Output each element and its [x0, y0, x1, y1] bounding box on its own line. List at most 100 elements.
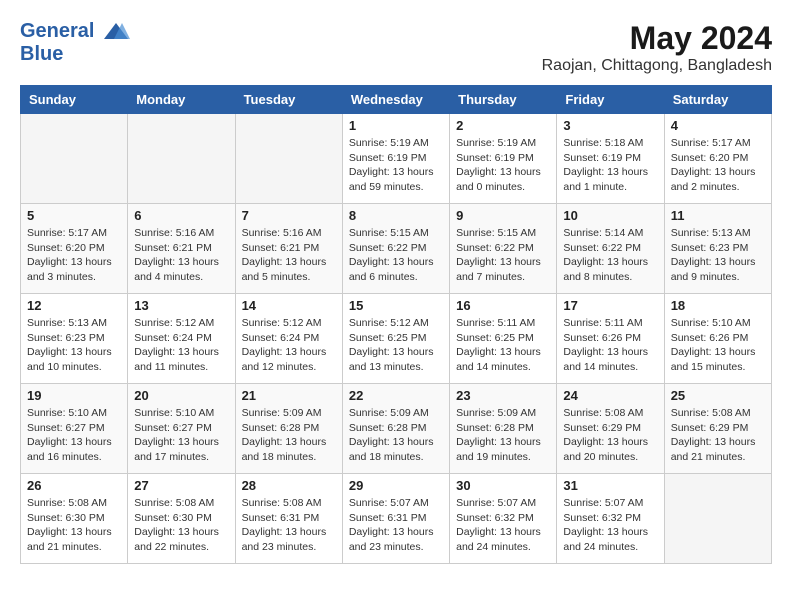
cell-info: Sunrise: 5:13 AM Sunset: 6:23 PM Dayligh… — [27, 316, 121, 375]
day-number: 26 — [27, 478, 121, 493]
cell-info: Sunrise: 5:09 AM Sunset: 6:28 PM Dayligh… — [242, 406, 336, 465]
cell-info: Sunrise: 5:08 AM Sunset: 6:29 PM Dayligh… — [671, 406, 765, 465]
logo-blue: Blue — [20, 43, 130, 65]
calendar-cell: 19 Sunrise: 5:10 AM Sunset: 6:27 PM Dayli… — [21, 384, 128, 474]
day-number: 7 — [242, 208, 336, 223]
cell-info: Sunrise: 5:09 AM Sunset: 6:28 PM Dayligh… — [456, 406, 550, 465]
calendar-week-5: 26 Sunrise: 5:08 AM Sunset: 6:30 PM Dayli… — [21, 474, 772, 564]
calendar-cell: 4Sunrise: 5:17 AM Sunset: 6:20 PM Daylig… — [664, 114, 771, 204]
calendar-cell: 12 Sunrise: 5:13 AM Sunset: 6:23 PM Dayli… — [21, 294, 128, 384]
calendar-cell: 25 Sunrise: 5:08 AM Sunset: 6:29 PM Dayli… — [664, 384, 771, 474]
calendar-cell: 7 Sunrise: 5:16 AM Sunset: 6:21 PM Daylig… — [235, 204, 342, 294]
day-number: 15 — [349, 298, 443, 313]
page-header: General Blue May 2024 Raojan, Chittagong… — [20, 20, 772, 75]
cell-info: Sunrise: 5:18 AM Sunset: 6:19 PM Dayligh… — [563, 136, 657, 195]
cell-info: Sunrise: 5:19 AM Sunset: 6:19 PM Dayligh… — [456, 136, 550, 195]
day-number: 2 — [456, 118, 550, 133]
day-number: 30 — [456, 478, 550, 493]
logo-general: General — [20, 20, 94, 42]
calendar-cell: 31 Sunrise: 5:07 AM Sunset: 6:32 PM Dayli… — [557, 474, 664, 564]
day-number: 13 — [134, 298, 228, 313]
calendar-header-sunday: Sunday — [21, 86, 128, 114]
day-number: 10 — [563, 208, 657, 223]
cell-info: Sunrise: 5:08 AM Sunset: 6:30 PM Dayligh… — [134, 496, 228, 555]
day-number: 17 — [563, 298, 657, 313]
day-number: 11 — [671, 208, 765, 223]
logo-text: General — [20, 20, 130, 43]
day-number: 19 — [27, 388, 121, 403]
cell-info: Sunrise: 5:14 AM Sunset: 6:22 PM Dayligh… — [563, 226, 657, 285]
calendar-cell: 8 Sunrise: 5:15 AM Sunset: 6:22 PM Daylig… — [342, 204, 449, 294]
cell-info: Sunrise: 5:07 AM Sunset: 6:32 PM Dayligh… — [456, 496, 550, 555]
calendar-cell: 18Sunrise: 5:10 AM Sunset: 6:26 PM Dayli… — [664, 294, 771, 384]
cell-info: Sunrise: 5:09 AM Sunset: 6:28 PM Dayligh… — [349, 406, 443, 465]
cell-info: Sunrise: 5:07 AM Sunset: 6:32 PM Dayligh… — [563, 496, 657, 555]
logo-icon — [102, 21, 130, 43]
calendar-header-saturday: Saturday — [664, 86, 771, 114]
calendar-cell: 14 Sunrise: 5:12 AM Sunset: 6:24 PM Dayli… — [235, 294, 342, 384]
calendar-week-3: 12 Sunrise: 5:13 AM Sunset: 6:23 PM Dayli… — [21, 294, 772, 384]
day-number: 27 — [134, 478, 228, 493]
cell-info: Sunrise: 5:13 AM Sunset: 6:23 PM Dayligh… — [671, 226, 765, 285]
cell-info: Sunrise: 5:12 AM Sunset: 6:24 PM Dayligh… — [134, 316, 228, 375]
calendar-cell: 28 Sunrise: 5:08 AM Sunset: 6:31 PM Dayli… — [235, 474, 342, 564]
calendar-cell: 27 Sunrise: 5:08 AM Sunset: 6:30 PM Dayli… — [128, 474, 235, 564]
cell-info: Sunrise: 5:08 AM Sunset: 6:31 PM Dayligh… — [242, 496, 336, 555]
calendar-cell: 16 Sunrise: 5:11 AM Sunset: 6:25 PM Dayli… — [450, 294, 557, 384]
day-number: 20 — [134, 388, 228, 403]
logo: General Blue — [20, 20, 130, 65]
month-year: May 2024 — [542, 20, 772, 57]
calendar-cell — [21, 114, 128, 204]
calendar-header-tuesday: Tuesday — [235, 86, 342, 114]
cell-info: Sunrise: 5:17 AM Sunset: 6:20 PM Dayligh… — [27, 226, 121, 285]
cell-info: Sunrise: 5:19 AM Sunset: 6:19 PM Dayligh… — [349, 136, 443, 195]
calendar-header-row: SundayMondayTuesdayWednesdayThursdayFrid… — [21, 86, 772, 114]
cell-info: Sunrise: 5:11 AM Sunset: 6:26 PM Dayligh… — [563, 316, 657, 375]
day-number: 31 — [563, 478, 657, 493]
calendar-cell: 11 Sunrise: 5:13 AM Sunset: 6:23 PM Dayli… — [664, 204, 771, 294]
day-number: 22 — [349, 388, 443, 403]
calendar-header-thursday: Thursday — [450, 86, 557, 114]
day-number: 25 — [671, 388, 765, 403]
calendar-cell: 13 Sunrise: 5:12 AM Sunset: 6:24 PM Dayli… — [128, 294, 235, 384]
cell-info: Sunrise: 5:15 AM Sunset: 6:22 PM Dayligh… — [349, 226, 443, 285]
calendar-cell: 10 Sunrise: 5:14 AM Sunset: 6:22 PM Dayli… — [557, 204, 664, 294]
calendar-cell — [664, 474, 771, 564]
calendar-body: 1Sunrise: 5:19 AM Sunset: 6:19 PM Daylig… — [21, 114, 772, 564]
day-number: 28 — [242, 478, 336, 493]
day-number: 14 — [242, 298, 336, 313]
cell-info: Sunrise: 5:10 AM Sunset: 6:27 PM Dayligh… — [134, 406, 228, 465]
cell-info: Sunrise: 5:11 AM Sunset: 6:25 PM Dayligh… — [456, 316, 550, 375]
calendar-header-wednesday: Wednesday — [342, 86, 449, 114]
day-number: 12 — [27, 298, 121, 313]
calendar-header-monday: Monday — [128, 86, 235, 114]
calendar-header-friday: Friday — [557, 86, 664, 114]
cell-info: Sunrise: 5:15 AM Sunset: 6:22 PM Dayligh… — [456, 226, 550, 285]
day-number: 23 — [456, 388, 550, 403]
calendar-table: SundayMondayTuesdayWednesdayThursdayFrid… — [20, 85, 772, 564]
calendar-cell: 30 Sunrise: 5:07 AM Sunset: 6:32 PM Dayli… — [450, 474, 557, 564]
calendar-cell: 6 Sunrise: 5:16 AM Sunset: 6:21 PM Daylig… — [128, 204, 235, 294]
cell-info: Sunrise: 5:10 AM Sunset: 6:27 PM Dayligh… — [27, 406, 121, 465]
cell-info: Sunrise: 5:17 AM Sunset: 6:20 PM Dayligh… — [671, 136, 765, 195]
calendar-cell: 22 Sunrise: 5:09 AM Sunset: 6:28 PM Dayli… — [342, 384, 449, 474]
day-number: 16 — [456, 298, 550, 313]
location: Raojan, Chittagong, Bangladesh — [542, 57, 772, 75]
calendar-cell: 21 Sunrise: 5:09 AM Sunset: 6:28 PM Dayli… — [235, 384, 342, 474]
cell-info: Sunrise: 5:16 AM Sunset: 6:21 PM Dayligh… — [134, 226, 228, 285]
cell-info: Sunrise: 5:12 AM Sunset: 6:24 PM Dayligh… — [242, 316, 336, 375]
day-number: 3 — [563, 118, 657, 133]
calendar-cell: 5Sunrise: 5:17 AM Sunset: 6:20 PM Daylig… — [21, 204, 128, 294]
day-number: 6 — [134, 208, 228, 223]
cell-info: Sunrise: 5:12 AM Sunset: 6:25 PM Dayligh… — [349, 316, 443, 375]
day-number: 29 — [349, 478, 443, 493]
calendar-cell: 1Sunrise: 5:19 AM Sunset: 6:19 PM Daylig… — [342, 114, 449, 204]
cell-info: Sunrise: 5:16 AM Sunset: 6:21 PM Dayligh… — [242, 226, 336, 285]
day-number: 18 — [671, 298, 765, 313]
calendar-cell: 15 Sunrise: 5:12 AM Sunset: 6:25 PM Dayli… — [342, 294, 449, 384]
day-number: 21 — [242, 388, 336, 403]
calendar-cell — [128, 114, 235, 204]
calendar-cell: 26Sunrise: 5:08 AM Sunset: 6:30 PM Dayli… — [21, 474, 128, 564]
calendar-week-1: 1Sunrise: 5:19 AM Sunset: 6:19 PM Daylig… — [21, 114, 772, 204]
day-number: 8 — [349, 208, 443, 223]
